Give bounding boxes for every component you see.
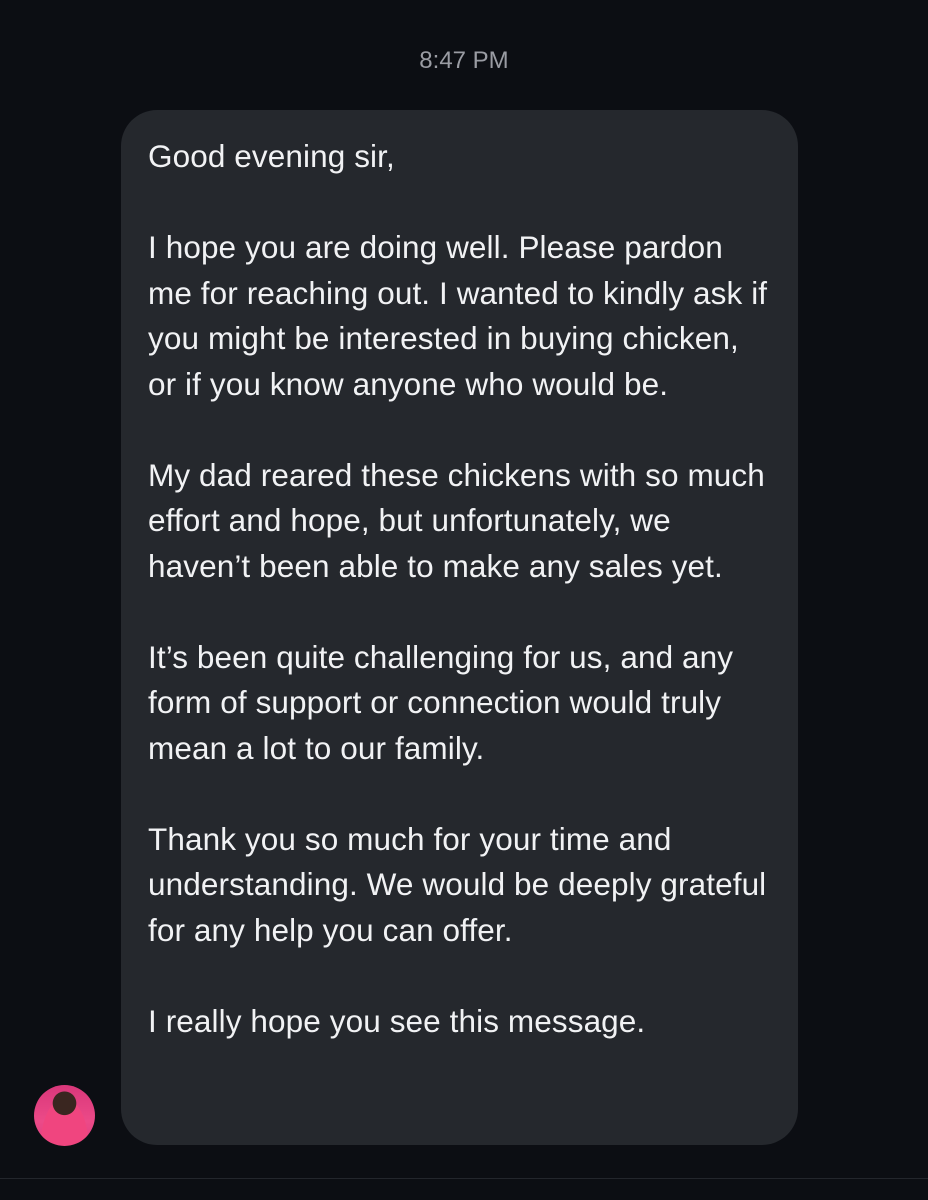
- message-paragraph: My dad reared these chickens with so muc…: [148, 456, 765, 584]
- composer-divider: [0, 1178, 928, 1179]
- sender-avatar-icon[interactable]: [34, 1085, 95, 1146]
- message-timestamp: 8:47 PM: [419, 47, 509, 74]
- message-paragraph: I hope you are doing well. Please pardon…: [148, 229, 768, 402]
- message-paragraph: I really hope you see this message.: [148, 1002, 646, 1039]
- incoming-message-bubble[interactable]: Good evening sir, I hope you are doing w…: [121, 110, 798, 1145]
- message-paragraph: It’s been quite challenging for us, and …: [148, 638, 734, 766]
- message-paragraph: Thank you so much for your time and unde…: [148, 820, 767, 948]
- message-paragraph: Good evening sir,: [148, 138, 395, 174]
